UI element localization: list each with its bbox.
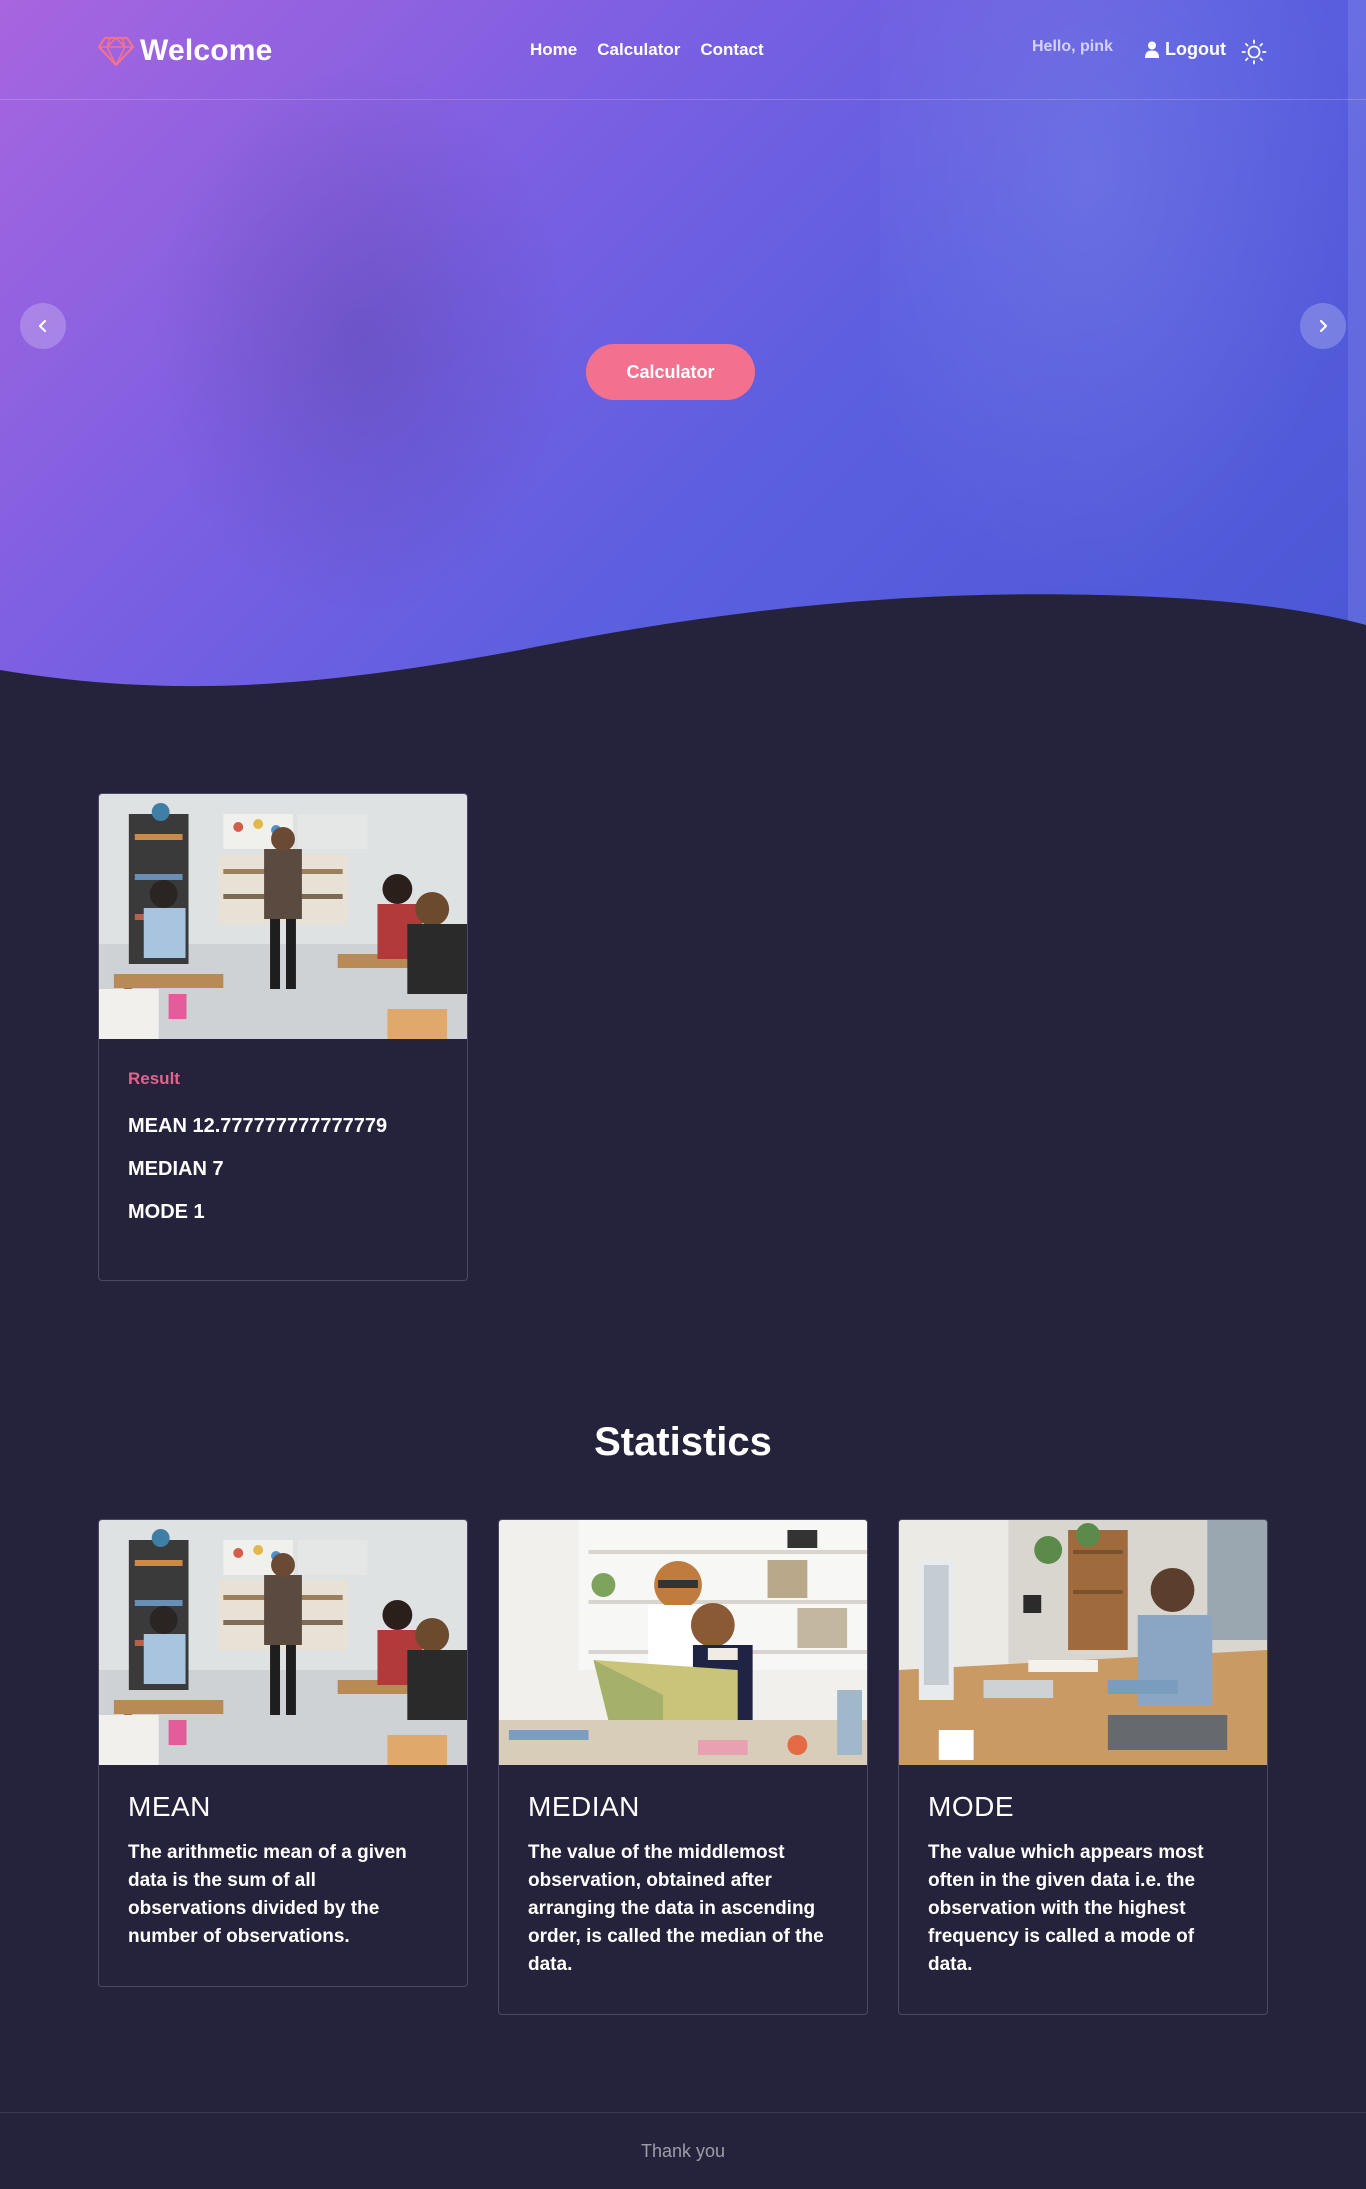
carousel-next-button[interactable] [1300,303,1346,349]
brand-title: Welcome [140,34,273,67]
stat-title-median: MEDIAN [528,1791,640,1822]
result-card: Result MEAN 12.777777777777779 MEDIAN 7 … [98,793,468,1281]
user-icon [1145,41,1159,58]
result-mean: MEAN 12.777777777777779 [128,1115,388,1137]
user-greeting: Hello, pink [1032,38,1113,55]
brand-link[interactable]: Welcome [98,34,273,68]
nav-links: Home Calculator Contact [530,40,764,60]
nav-link-calculator[interactable]: Calculator [597,40,680,60]
classroom-photo [99,794,467,1039]
studying-photo [899,1520,1267,1765]
stat-title-mode: MODE [928,1791,1014,1822]
hero-wave [0,594,1366,690]
carousel-prev-button[interactable] [20,303,66,349]
stat-text-mode: The value which appears most often in th… [928,1842,1204,1975]
nav-link-contact[interactable]: Contact [700,40,763,60]
hero-background-photo [880,0,1366,680]
stat-text-median: The value of the middlemost observation,… [528,1842,824,1975]
logout-label: Logout [1165,39,1226,59]
nav-link-home[interactable]: Home [530,40,577,60]
classroom-photo [99,1520,467,1765]
footer: Thank you [0,2112,1366,2189]
footer-text: Thank you [640,2140,726,2161]
chevron-left-icon [38,319,47,333]
stat-text-mean: The arithmetic mean of a given data is t… [128,1842,407,1947]
hero-background-photo-shade [150,60,570,620]
top-navbar: Welcome Home Calculator Contact Hello, p… [0,0,1366,100]
logout-button[interactable]: Logout [1145,39,1226,60]
calculator-button[interactable]: Calculator [586,344,755,400]
stat-card-mode: MODE The value which appears most often … [898,1519,1268,2015]
diamond-icon [98,36,134,67]
stat-card-mean: MEAN The arithmetic mean of a given data… [98,1519,468,1987]
stat-card-median: MEDIAN The value of the middlemost obser… [498,1519,868,2015]
reading-photo [499,1520,867,1765]
sun-icon[interactable] [1241,39,1267,65]
result-mode: MODE 1 [128,1201,205,1223]
result-label: Result [128,1069,180,1088]
statistics-heading: Statistics [594,1420,772,1464]
result-median: MEDIAN 7 [128,1158,224,1180]
stat-title-mean: MEAN [128,1791,211,1822]
chevron-right-icon [1319,319,1328,333]
